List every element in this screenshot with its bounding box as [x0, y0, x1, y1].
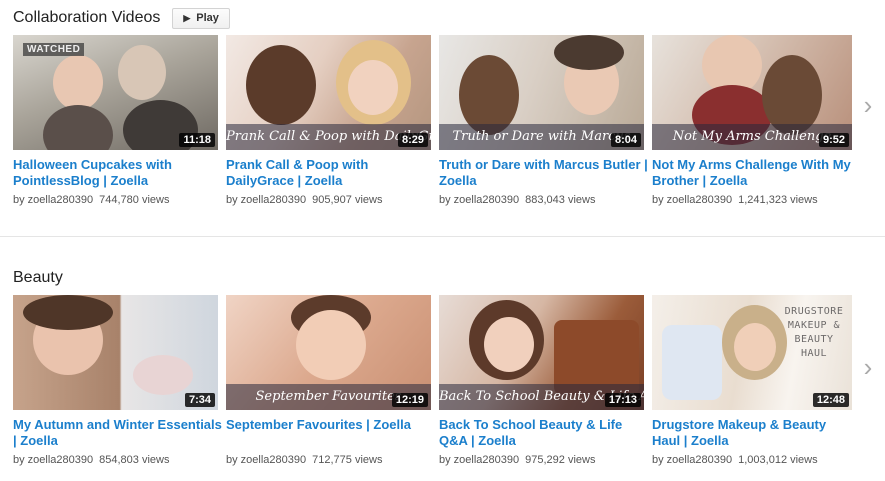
play-all-button[interactable]: ▶ Play: [172, 7, 230, 29]
video-meta: by zoella280390 744,780 views: [13, 194, 169, 206]
caption-text: Truth or Dare with Marcus: [452, 129, 631, 144]
duration-badge: 12:19: [391, 393, 428, 407]
watched-badge: WATCHED: [23, 43, 85, 56]
video-meta: by zoella280390 712,775 views: [226, 454, 382, 466]
duration-badge: 8:04: [610, 133, 641, 147]
video-thumbnail[interactable]: September Favourites 12:19: [226, 295, 431, 410]
view-count: 744,780 views: [99, 194, 170, 206]
chevron-right-icon[interactable]: ›: [859, 90, 877, 120]
view-count: 854,803 views: [99, 454, 170, 466]
video-meta: by zoella280390 854,803 views: [13, 454, 169, 466]
video-thumbnail[interactable]: Truth or Dare with Marcus 8:04: [439, 35, 644, 150]
video-title-link[interactable]: Back To School Beauty & Life Q&A | Zoell…: [439, 417, 649, 451]
section-header: Beauty: [13, 267, 63, 289]
view-count: 1,003,012 views: [738, 454, 818, 466]
view-count: 905,907 views: [312, 194, 383, 206]
video-meta: by zoella280390 905,907 views: [226, 194, 382, 206]
view-count: 1,241,323 views: [738, 194, 818, 206]
video-title-link[interactable]: Prank Call & Poop with DailyGrace | Zoel…: [226, 157, 436, 191]
uploader: by zoella280390: [226, 454, 307, 466]
thumbnail-text: DRUGSTORE MAKEUP & BEAUTY HAUL: [784, 306, 844, 359]
video-title-link[interactable]: Halloween Cupcakes with PointlessBlog | …: [13, 157, 223, 191]
view-count: 712,775 views: [312, 454, 383, 466]
view-count: 883,043 views: [525, 194, 596, 206]
video-title-link[interactable]: Drugstore Makeup & Beauty Haul | Zoella: [652, 417, 857, 451]
caption-text: September Favourites: [255, 389, 402, 404]
video-meta: by zoella280390 1,003,012 views: [652, 454, 818, 466]
video-title-link[interactable]: Not My Arms Challenge With My Brother | …: [652, 157, 857, 191]
chevron-right-icon[interactable]: ›: [859, 352, 877, 382]
section-title: Beauty: [13, 269, 63, 286]
section-title: Collaboration Videos: [13, 9, 161, 26]
uploader: by zoella280390: [652, 454, 733, 466]
view-count: 975,292 views: [525, 454, 596, 466]
uploader: by zoella280390: [439, 194, 520, 206]
caption-text: Not My Arms Challenge: [672, 129, 832, 144]
duration-badge: 12:48: [812, 393, 849, 407]
video-thumbnail[interactable]: 7:34: [13, 295, 218, 410]
video-thumbnail[interactable]: Prank Call & Poop with DailyGrace 8:29: [226, 35, 431, 150]
video-meta: by zoella280390 883,043 views: [439, 194, 595, 206]
video-thumbnail[interactable]: Not My Arms Challenge 9:52: [652, 35, 852, 150]
video-thumbnail[interactable]: DRUGSTORE MAKEUP & BEAUTY HAUL 12:48: [652, 295, 852, 410]
duration-badge: 7:34: [184, 393, 215, 407]
uploader: by zoella280390: [13, 454, 94, 466]
duration-badge: 11:18: [179, 133, 215, 147]
video-meta: by zoella280390 975,292 views: [439, 454, 595, 466]
play-button-label: Play: [196, 12, 219, 24]
video-title-link[interactable]: Truth or Dare with Marcus Butler | Zoell…: [439, 157, 649, 191]
video-thumbnail[interactable]: Back To School Beauty & Life Ad 17:13: [439, 295, 644, 410]
video-title-link[interactable]: September Favourites | Zoella: [226, 417, 436, 451]
duration-badge: 9:52: [818, 133, 849, 147]
duration-badge: 17:13: [604, 393, 641, 407]
video-thumbnail[interactable]: WATCHED 11:18: [13, 35, 218, 150]
section-divider: [0, 236, 885, 237]
uploader: by zoella280390: [652, 194, 733, 206]
play-icon: ▶: [183, 12, 191, 23]
uploader: by zoella280390: [13, 194, 94, 206]
video-meta: by zoella280390 1,241,323 views: [652, 194, 818, 206]
section-header: Collaboration Videos ▶ Play: [13, 7, 230, 29]
uploader: by zoella280390: [439, 454, 520, 466]
duration-badge: 8:29: [397, 133, 428, 147]
video-title-link[interactable]: My Autumn and Winter Essentials | Zoella: [13, 417, 223, 451]
uploader: by zoella280390: [226, 194, 307, 206]
